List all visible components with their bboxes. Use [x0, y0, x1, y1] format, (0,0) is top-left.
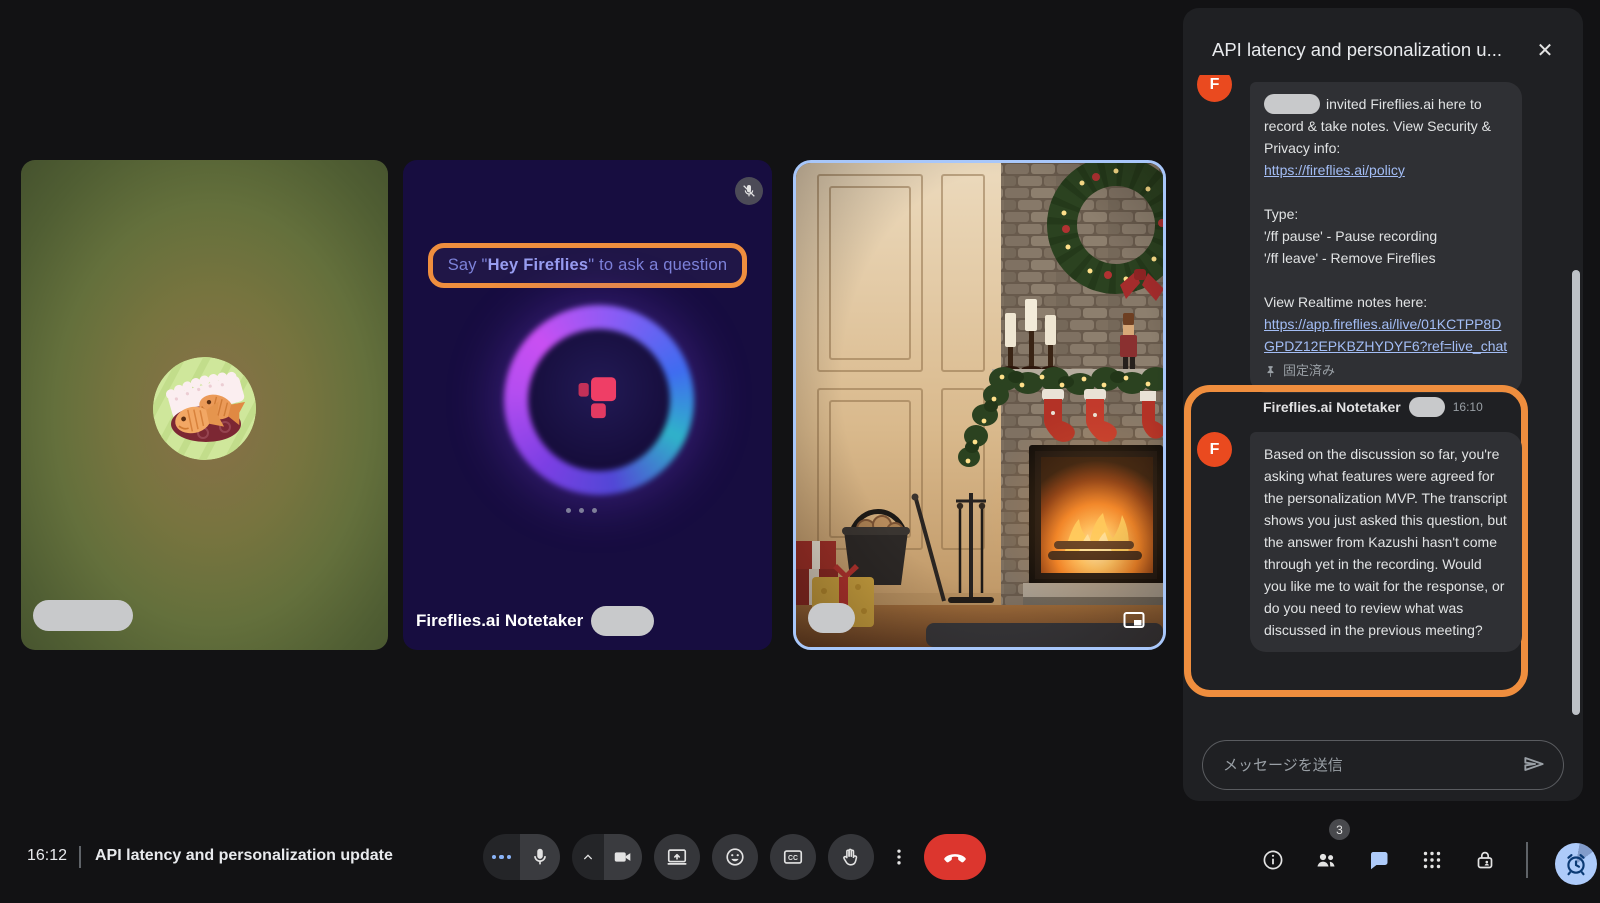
microphone-icon [520, 834, 560, 880]
fireflies-thinking-dots [566, 508, 597, 513]
banner-text-suffix: " to ask a question [588, 256, 727, 275]
message1-type-heading: Type: [1264, 203, 1508, 225]
svg-text:CC: CC [788, 855, 798, 862]
smiley-icon [724, 846, 746, 868]
timer-addon-button[interactable] [1555, 843, 1597, 885]
meeting-details-button[interactable] [1261, 848, 1285, 872]
in-call-messages-panel: API latency and personalization u... ✕ F… [1183, 8, 1583, 801]
video-tile-fireplace-active-speaker[interactable] [793, 160, 1166, 650]
camera-button[interactable] [572, 834, 642, 880]
raise-hand-button[interactable] [828, 834, 874, 880]
picture-in-picture-icon[interactable] [1121, 608, 1147, 634]
more-options-icon [889, 846, 909, 868]
message1-notes-heading: View Realtime notes here: [1264, 291, 1508, 313]
message2-timestamp: 16:10 [1453, 400, 1483, 414]
speaker-name-redacted [808, 603, 855, 633]
message2-body: Based on the discussion so far, you're a… [1264, 443, 1508, 641]
mic-muted-indicator [735, 177, 763, 205]
redacted-inviter-name [1264, 94, 1320, 114]
message2-sender-redacted [1409, 397, 1445, 417]
microphone-button[interactable] [483, 834, 560, 880]
message1-avatar: F [1197, 75, 1232, 102]
fireflies-logo [576, 375, 622, 425]
banner-text-prefix: Say " [448, 256, 488, 275]
chevron-up-icon [572, 834, 604, 880]
controls-divider [1526, 842, 1528, 878]
fireflies-tile-name: Fireflies.ai Notetaker [416, 611, 583, 631]
meta-divider [79, 846, 81, 868]
more-options-button[interactable] [886, 846, 912, 868]
chat-message-fireflies-info: invited Fireflies.ai here to record & ta… [1250, 82, 1522, 393]
banner-hotword: Hey Fireflies [488, 256, 589, 275]
pinned-label: 固定済み [1283, 360, 1335, 382]
activities-button[interactable] [1420, 848, 1444, 872]
captions-icon: CC [782, 846, 804, 868]
chat-button-active[interactable] [1367, 848, 1391, 872]
alarm-clock-icon [1563, 851, 1589, 877]
mic-activity-dots-icon [483, 834, 520, 880]
fireflies-name-redacted [591, 606, 654, 636]
realtime-notes-link[interactable]: https://app.fireflies.ai/live/01KCTPP8DG… [1264, 316, 1507, 354]
pinned-indicator: 固定済み [1264, 360, 1508, 382]
meeting-title: API latency and personalization update [95, 847, 393, 865]
chat-scrollbar-thumb[interactable] [1572, 270, 1580, 715]
raise-hand-icon [840, 846, 862, 868]
host-controls-button[interactable] [1473, 848, 1497, 872]
participant-avatar-taiyaki [153, 357, 256, 460]
participants-button[interactable] [1314, 848, 1338, 872]
present-screen-button[interactable] [654, 834, 700, 880]
chat-panel-title: API latency and personalization u... [1212, 39, 1522, 61]
pin-icon [1264, 365, 1277, 378]
end-call-button[interactable] [924, 834, 986, 880]
send-message-icon[interactable] [1519, 750, 1549, 780]
chat-input-bar [1202, 740, 1564, 790]
end-call-icon [941, 843, 969, 871]
message1-cmd-leave: '/ff leave' - Remove Fireflies [1264, 247, 1508, 269]
reactions-button[interactable] [712, 834, 758, 880]
message2-avatar: F [1197, 432, 1232, 467]
message1-cmd-pause: '/ff pause' - Pause recording [1264, 225, 1508, 247]
fireplace-scene [796, 163, 1163, 647]
message2-sender: Fireflies.ai Notetaker [1263, 399, 1401, 415]
chat-message-input[interactable] [1223, 757, 1519, 774]
participants-count-badge: 3 [1329, 819, 1350, 840]
close-icon[interactable]: ✕ [1529, 35, 1561, 67]
chat-icon [1367, 848, 1391, 872]
camera-icon [604, 834, 642, 880]
present-screen-icon [666, 846, 688, 868]
video-tile-participant[interactable] [21, 160, 388, 650]
activities-grid-icon [1420, 848, 1444, 872]
call-controls: CC [483, 834, 986, 880]
video-tile-fireflies[interactable]: Say "Hey Fireflies" to ask a question Fi… [403, 160, 772, 650]
people-icon [1314, 848, 1338, 872]
captions-button[interactable]: CC [770, 834, 816, 880]
clock-time: 16:12 [27, 847, 67, 865]
info-icon [1261, 848, 1285, 872]
fireflies-hotword-banner: Say "Hey Fireflies" to ask a question [428, 243, 747, 288]
host-controls-lock-icon [1473, 848, 1497, 872]
chat-message-fireflies-answer: Based on the discussion so far, you're a… [1250, 432, 1522, 652]
chat-message-list: F invited Fireflies.ai here to record & … [1183, 75, 1583, 730]
policy-link[interactable]: https://fireflies.ai/policy [1264, 162, 1405, 178]
participant-name-redacted [33, 600, 133, 631]
meeting-info-controls [1261, 848, 1522, 872]
